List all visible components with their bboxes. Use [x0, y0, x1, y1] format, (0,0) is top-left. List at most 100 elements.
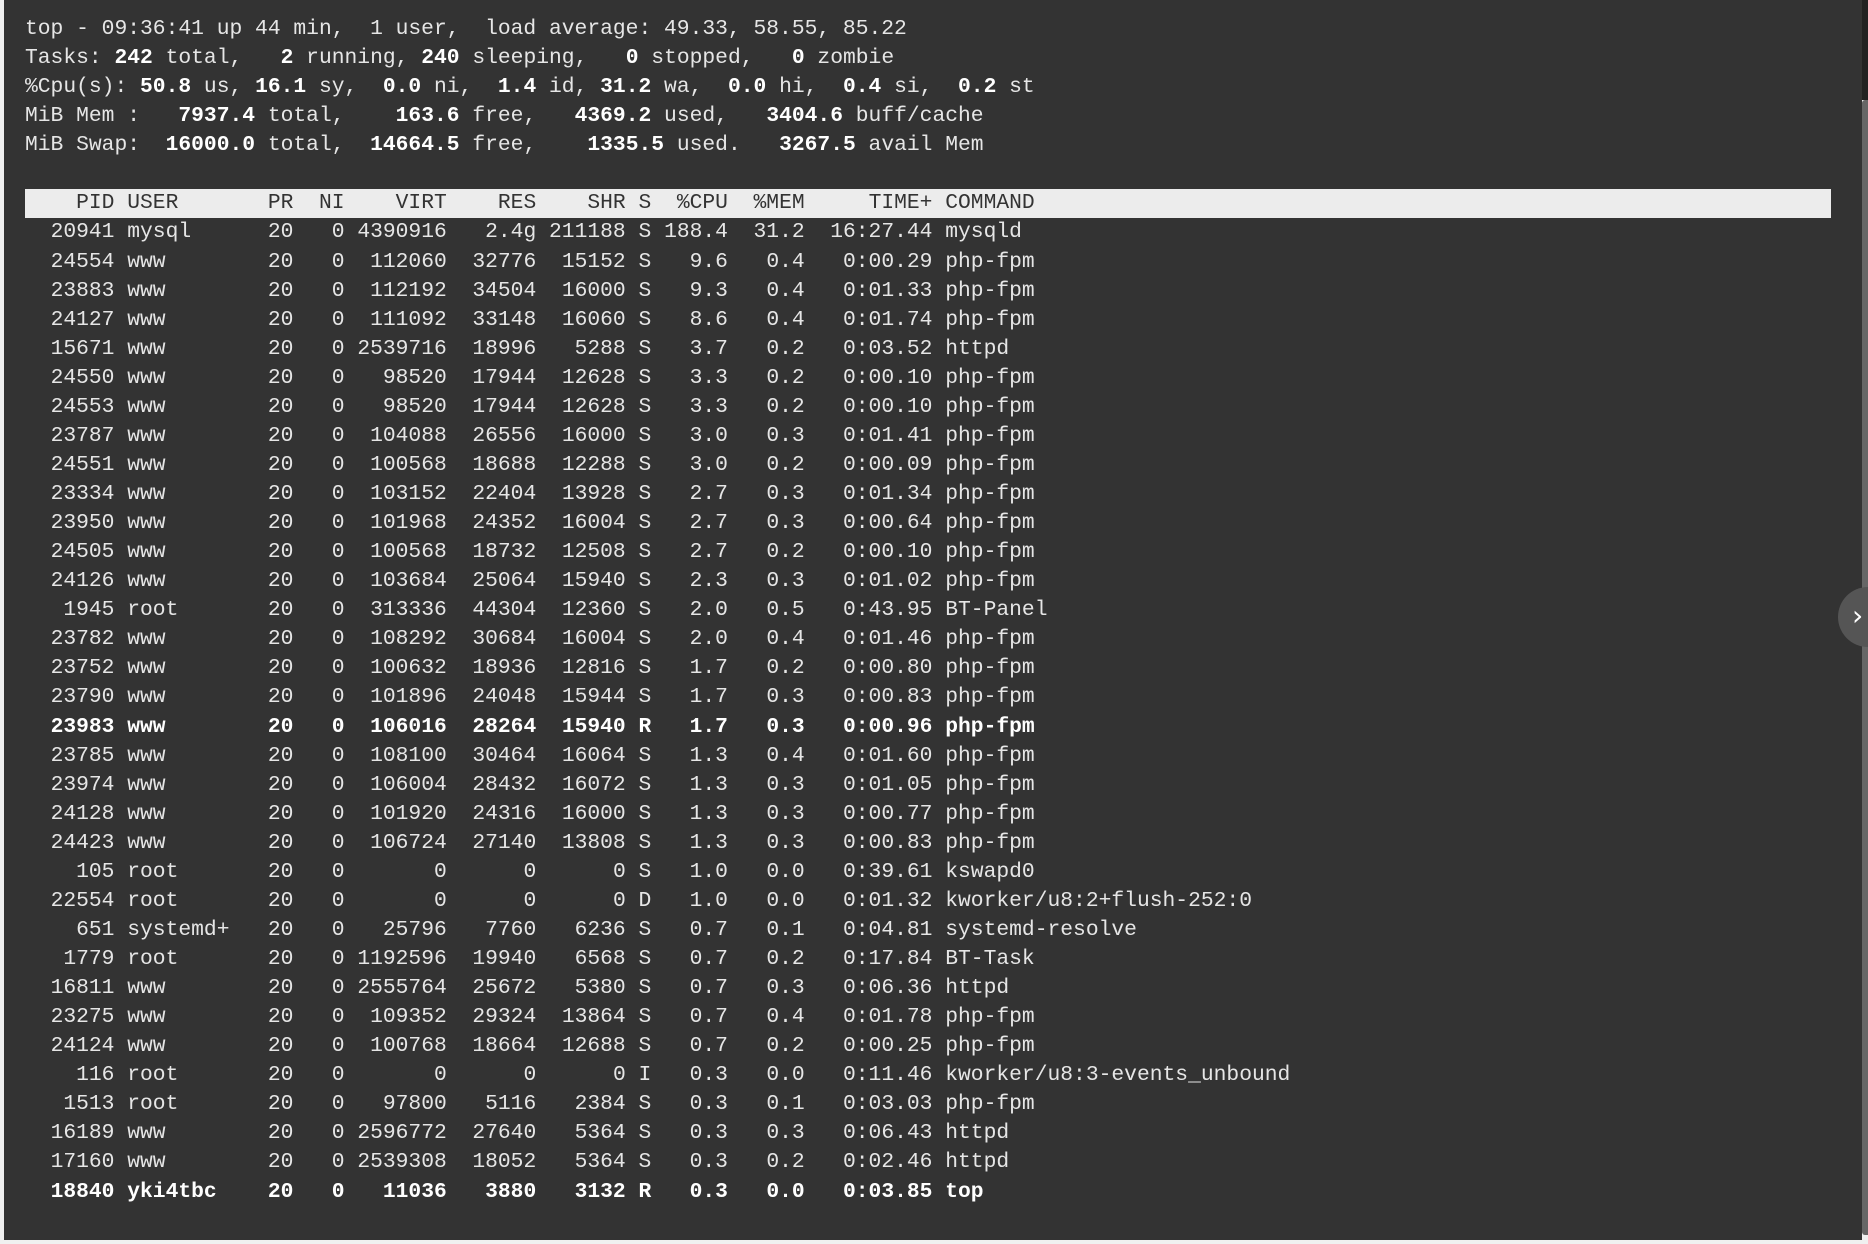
- process-row[interactable]: 23974 www 20 0 106004 28432 16072 S 1.3 …: [25, 771, 1831, 800]
- process-row[interactable]: 17160 www 20 0 2539308 18052 5364 S 0.3 …: [25, 1148, 1831, 1177]
- process-row[interactable]: 24551 www 20 0 100568 18688 12288 S 3.0 …: [25, 451, 1831, 480]
- process-row[interactable]: 651 systemd+ 20 0 25796 7760 6236 S 0.7 …: [25, 916, 1831, 945]
- process-row[interactable]: 24126 www 20 0 103684 25064 15940 S 2.3 …: [25, 567, 1831, 596]
- cell-cpu: 2.3: [689, 569, 728, 594]
- process-row[interactable]: 24554 www 20 0 112060 32776 15152 S 9.6 …: [25, 248, 1831, 277]
- column-header-cpu[interactable]: %CPU: [677, 191, 728, 215]
- cell-s: S: [638, 772, 652, 797]
- column-header-virt[interactable]: VIRT: [396, 191, 447, 215]
- cell-user: www: [127, 423, 166, 448]
- cell-s: S: [638, 1005, 652, 1030]
- column-header-pid[interactable]: PID: [76, 191, 114, 215]
- cell-mem: 0.0: [766, 888, 805, 913]
- cell-cpu: 2.7: [689, 482, 728, 506]
- cell-time: 0:00.25: [843, 1034, 933, 1059]
- process-row[interactable]: 24423 www 20 0 106724 27140 13808 S 1.3 …: [25, 829, 1831, 858]
- process-row[interactable]: 22554 root 20 0 0 0 0 D 1.0 0.0 0:01.32 …: [25, 887, 1831, 916]
- process-row[interactable]: 23785 www 20 0 108100 30464 16064 S 1.3 …: [25, 742, 1831, 771]
- process-row[interactable]: 23983 www 20 0 106016 28264 15940 R 1.7 …: [25, 713, 1831, 742]
- summary-value: 2: [280, 46, 294, 71]
- summary-value: 1.4: [497, 75, 537, 100]
- process-row[interactable]: 24553 www 20 0 98520 17944 12628 S 3.3 0…: [25, 393, 1831, 422]
- summary-label: running,: [293, 46, 422, 71]
- cell-pid: 22554: [50, 888, 115, 913]
- cell-mem: 0.2: [766, 540, 805, 565]
- cell-cpu: 0.3: [689, 1179, 728, 1204]
- cell-mem: 0.4: [766, 743, 805, 768]
- cell-cmd: php-fpm: [945, 627, 1035, 652]
- process-row[interactable]: 23275 www 20 0 109352 29324 13864 S 0.7 …: [25, 1003, 1831, 1032]
- process-row[interactable]: 16189 www 20 0 2596772 27640 5364 S 0.3 …: [25, 1119, 1831, 1148]
- cell-cpu: 9.3: [689, 278, 728, 303]
- process-row[interactable]: 18840 yki4tbc 20 0 11036 3880 3132 R 0.3…: [25, 1178, 1831, 1207]
- cell-pr: 20: [267, 423, 294, 448]
- cell-time: 0:06.36: [843, 976, 933, 1001]
- cell-mem: 0.3: [766, 976, 805, 1001]
- column-header-s[interactable]: S: [639, 191, 652, 215]
- cell-shr: 16000: [561, 278, 626, 303]
- process-row[interactable]: 15671 www 20 0 2539716 18996 5288 S 3.7 …: [25, 335, 1831, 364]
- summary-value: 3267.5: [779, 133, 856, 158]
- summary-label: top - 09:36:41 up 44 min, 1 user, load a…: [25, 17, 907, 41]
- column-header-mem[interactable]: %MEM: [754, 191, 805, 215]
- process-row[interactable]: 24127 www 20 0 111092 33148 16060 S 8.6 …: [25, 306, 1831, 335]
- process-row[interactable]: 24128 www 20 0 101920 24316 16000 S 1.3 …: [25, 800, 1831, 829]
- cell-cmd: kworker/u8:3-events_unbound: [945, 1063, 1291, 1088]
- cell-res: 32776: [472, 249, 537, 274]
- cell-pid: 23950: [50, 511, 115, 536]
- process-row[interactable]: 23883 www 20 0 112192 34504 16000 S 9.3 …: [25, 277, 1831, 306]
- cell-virt: 11036: [382, 1179, 447, 1204]
- cell-mem: 0.4: [766, 278, 805, 303]
- cell-ni: 0: [331, 307, 345, 332]
- process-row[interactable]: 105 root 20 0 0 0 0 S 1.0 0.0 0:39.61 ks…: [25, 858, 1831, 887]
- cell-virt: 101920: [370, 801, 447, 826]
- cell-ni: 0: [331, 365, 345, 390]
- cell-shr: 12288: [561, 452, 626, 477]
- process-row[interactable]: 24505 www 20 0 100568 18732 12508 S 2.7 …: [25, 538, 1831, 567]
- process-row[interactable]: 23334 www 20 0 103152 22404 13928 S 2.7 …: [25, 480, 1831, 509]
- summary-value: 31.2: [600, 75, 652, 100]
- column-header-shr[interactable]: SHR: [587, 191, 625, 215]
- cell-s: S: [638, 278, 652, 303]
- column-header-command[interactable]: COMMAND: [945, 191, 1034, 215]
- process-row[interactable]: 23787 www 20 0 104088 26556 16000 S 3.0 …: [25, 422, 1831, 451]
- process-row[interactable]: 23782 www 20 0 108292 30684 16004 S 2.0 …: [25, 625, 1831, 654]
- summary-value: 50.8: [140, 75, 192, 100]
- process-row[interactable]: 1513 root 20 0 97800 5116 2384 S 0.3 0.1…: [25, 1090, 1831, 1119]
- cell-cpu: 1.3: [689, 743, 728, 768]
- cell-mem: 0.3: [766, 569, 805, 594]
- column-header-user[interactable]: USER: [127, 191, 178, 215]
- cell-shr: 6236: [574, 917, 626, 942]
- process-row[interactable]: 116 root 20 0 0 0 0 I 0.3 0.0 0:11.46 kw…: [25, 1061, 1831, 1090]
- process-row[interactable]: 23752 www 20 0 100632 18936 12816 S 1.7 …: [25, 654, 1831, 683]
- process-row[interactable]: 1779 root 20 0 1192596 19940 6568 S 0.7 …: [25, 945, 1831, 974]
- cell-res: 34504: [472, 278, 537, 303]
- cell-res: 27640: [472, 1121, 537, 1146]
- summary-label: total,: [152, 46, 281, 71]
- column-header-ni[interactable]: NI: [319, 191, 345, 215]
- column-header-time[interactable]: TIME+: [869, 191, 933, 215]
- cell-shr: 12508: [561, 540, 626, 565]
- process-row[interactable]: 1945 root 20 0 313336 44304 12360 S 2.0 …: [25, 596, 1831, 625]
- process-row[interactable]: 20941 mysql 20 0 4390916 2.4g 211188 S 1…: [25, 218, 1831, 247]
- process-row[interactable]: 16811 www 20 0 2555764 25672 5380 S 0.7 …: [25, 974, 1831, 1003]
- column-header-pr[interactable]: PR: [268, 191, 294, 215]
- summary-label: ni,: [421, 75, 498, 100]
- process-row[interactable]: 23950 www 20 0 101968 24352 16004 S 2.7 …: [25, 509, 1831, 538]
- cell-cmd: php-fpm: [945, 830, 1035, 855]
- cell-pr: 20: [267, 801, 294, 826]
- scrollbar[interactable]: [1862, 100, 1868, 1235]
- summary-value: 0.0: [727, 75, 767, 100]
- cell-cmd: httpd: [945, 976, 1010, 1001]
- terminal-window[interactable]: top - 09:36:41 up 44 min, 1 user, load a…: [4, 0, 1862, 1240]
- column-header-res[interactable]: RES: [498, 191, 536, 215]
- cell-cmd: php-fpm: [945, 249, 1035, 274]
- process-row[interactable]: 24124 www 20 0 100768 18664 12688 S 0.7 …: [25, 1032, 1831, 1061]
- process-row[interactable]: 23790 www 20 0 101896 24048 15944 S 1.7 …: [25, 683, 1831, 712]
- cell-mem: 0.3: [766, 482, 805, 506]
- process-row[interactable]: 24550 www 20 0 98520 17944 12628 S 3.3 0…: [25, 364, 1831, 393]
- cell-time: 0:00.83: [843, 685, 933, 710]
- cell-res: 25064: [472, 569, 537, 594]
- cell-shr: 13928: [561, 482, 626, 506]
- cell-mem: 0.1: [766, 917, 805, 942]
